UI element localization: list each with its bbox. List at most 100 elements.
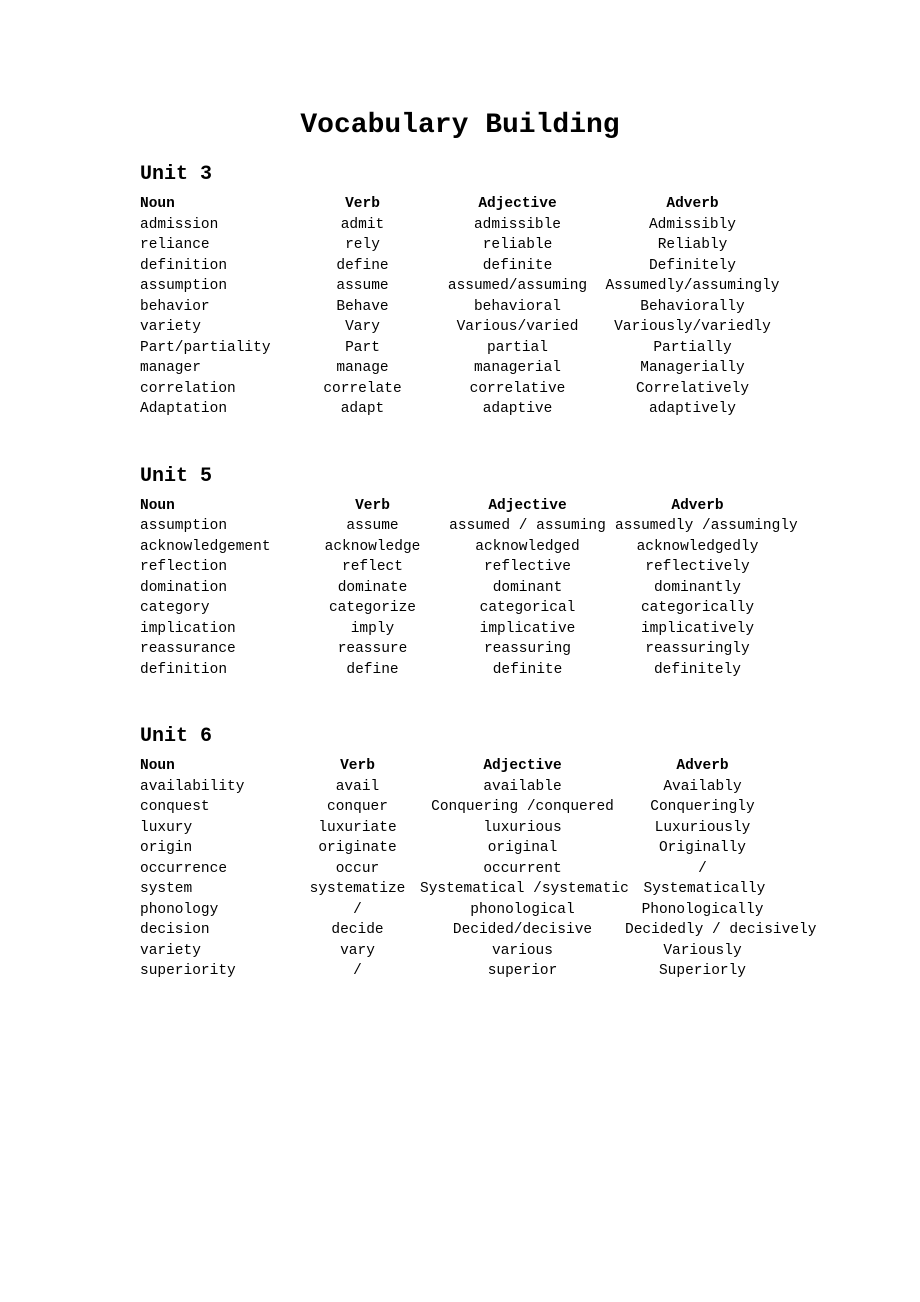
cell-noun: assumption: [140, 516, 305, 537]
col-header-verb: Verb: [305, 496, 440, 517]
col-header-verb: Verb: [295, 194, 430, 215]
cell-adjective: occurrent: [420, 859, 625, 880]
cell-verb: admit: [295, 215, 430, 236]
table-row: availabilityavailavailableAvailably: [140, 777, 780, 798]
cell-adverb: assumedly /assumingly: [615, 516, 798, 537]
cell-adjective: partial: [430, 338, 605, 359]
cell-noun: conquest: [140, 797, 295, 818]
cell-noun: system: [140, 879, 295, 900]
unit-5-section: Unit 5 Noun Verb Adjective Adverb assump…: [140, 465, 780, 681]
cell-noun: occurrence: [140, 859, 295, 880]
table-row: luxuryluxuriateluxuriousLuxuriously: [140, 818, 780, 839]
unit-6-section: Unit 6 Noun Verb Adjective Adverb availa…: [140, 725, 780, 982]
cell-adjective: managerial: [430, 358, 605, 379]
cell-adverb: Availably: [625, 777, 780, 798]
cell-adverb: definitely: [615, 660, 780, 681]
table-row: Adaptationadaptadaptiveadaptively: [140, 399, 780, 420]
cell-noun: reflection: [140, 557, 305, 578]
cell-verb: rely: [295, 235, 430, 256]
table-row: behaviorBehavebehavioralBehaviorally: [140, 297, 780, 318]
table-row: dominationdominatedominantdominantly: [140, 578, 780, 599]
cell-adjective: Systematical /systematic: [420, 879, 629, 900]
cell-verb: assume: [295, 276, 430, 297]
table-row: assumptionassumeassumed/assumingAssumedl…: [140, 276, 780, 297]
table-row: conquestconquerConquering /conqueredConq…: [140, 797, 780, 818]
cell-verb: define: [295, 256, 430, 277]
table-row: reliancerelyreliableReliably: [140, 235, 780, 256]
col-header-adjective: Adjective: [440, 496, 615, 517]
cell-adjective: acknowledged: [440, 537, 615, 558]
table-row: definitiondefinedefiniteDefinitely: [140, 256, 780, 277]
table-row: occurrenceoccuroccurrent/: [140, 859, 780, 880]
cell-noun: availability: [140, 777, 295, 798]
cell-adjective: Various/varied: [430, 317, 605, 338]
cell-noun: acknowledgement: [140, 537, 305, 558]
cell-verb: originate: [295, 838, 420, 859]
cell-noun: behavior: [140, 297, 295, 318]
table-row: reflectionreflectreflectivereflectively: [140, 557, 780, 578]
cell-noun: assumption: [140, 276, 295, 297]
cell-adjective: Decided/decisive: [420, 920, 625, 941]
cell-noun: definition: [140, 660, 305, 681]
cell-verb: Vary: [295, 317, 430, 338]
col-header-noun: Noun: [140, 194, 295, 215]
col-header-adverb: Adverb: [615, 496, 780, 517]
cell-adverb: Variously/variedly: [605, 317, 780, 338]
cell-adverb: Systematically: [629, 879, 780, 900]
unit-6-heading: Unit 6: [140, 725, 780, 748]
cell-adjective: original: [420, 838, 625, 859]
cell-adjective: reliable: [430, 235, 605, 256]
table-row: implicationimplyimplicativeimplicatively: [140, 619, 780, 640]
cell-verb: decide: [295, 920, 420, 941]
table-row: Part/partialityPartpartialPartially: [140, 338, 780, 359]
cell-adjective: adaptive: [430, 399, 605, 420]
cell-verb: systematize: [295, 879, 420, 900]
cell-adverb: Definitely: [605, 256, 780, 277]
cell-noun: phonology: [140, 900, 295, 921]
cell-noun: superiority: [140, 961, 295, 982]
cell-adverb: Phonologically: [625, 900, 780, 921]
cell-verb: avail: [295, 777, 420, 798]
cell-verb: /: [295, 961, 420, 982]
table-row: definitiondefinedefinitedefinitely: [140, 660, 780, 681]
cell-adjective: definite: [440, 660, 615, 681]
cell-adjective: dominant: [440, 578, 615, 599]
cell-verb: reassure: [305, 639, 440, 660]
cell-adverb: /: [625, 859, 780, 880]
cell-noun: origin: [140, 838, 295, 859]
cell-adverb: Decidedly / decisively: [625, 920, 816, 941]
cell-adjective: categorical: [440, 598, 615, 619]
cell-adverb: acknowledgedly: [615, 537, 780, 558]
cell-adjective: luxurious: [420, 818, 625, 839]
cell-verb: imply: [305, 619, 440, 640]
unit-5-heading: Unit 5: [140, 465, 780, 488]
table-row: decisiondecideDecided/decisiveDecidedly …: [140, 920, 780, 941]
cell-noun: Adaptation: [140, 399, 295, 420]
cell-adverb: Originally: [625, 838, 780, 859]
table-row: assumptionassumeassumed / assumingassume…: [140, 516, 780, 537]
cell-verb: define: [305, 660, 440, 681]
cell-adverb: Admissibly: [605, 215, 780, 236]
unit-3-section: Unit 3 Noun Verb Adjective Adverb admiss…: [140, 163, 780, 420]
cell-adjective: superior: [420, 961, 625, 982]
cell-noun: correlation: [140, 379, 295, 400]
cell-verb: occur: [295, 859, 420, 880]
table-row: superiority/superiorSuperiorly: [140, 961, 780, 982]
cell-noun: domination: [140, 578, 305, 599]
cell-adjective: correlative: [430, 379, 605, 400]
cell-verb: conquer: [295, 797, 420, 818]
cell-noun: implication: [140, 619, 305, 640]
cell-adjective: various: [420, 941, 625, 962]
cell-noun: decision: [140, 920, 295, 941]
col-header-verb: Verb: [295, 756, 420, 777]
cell-noun: variety: [140, 941, 295, 962]
cell-adjective: phonological: [420, 900, 625, 921]
col-header-adjective: Adjective: [420, 756, 625, 777]
cell-adverb: Superiorly: [625, 961, 780, 982]
cell-verb: correlate: [295, 379, 430, 400]
col-header-adjective: Adjective: [430, 194, 605, 215]
cell-noun: reliance: [140, 235, 295, 256]
cell-verb: reflect: [305, 557, 440, 578]
cell-adverb: Behaviorally: [605, 297, 780, 318]
cell-verb: vary: [295, 941, 420, 962]
